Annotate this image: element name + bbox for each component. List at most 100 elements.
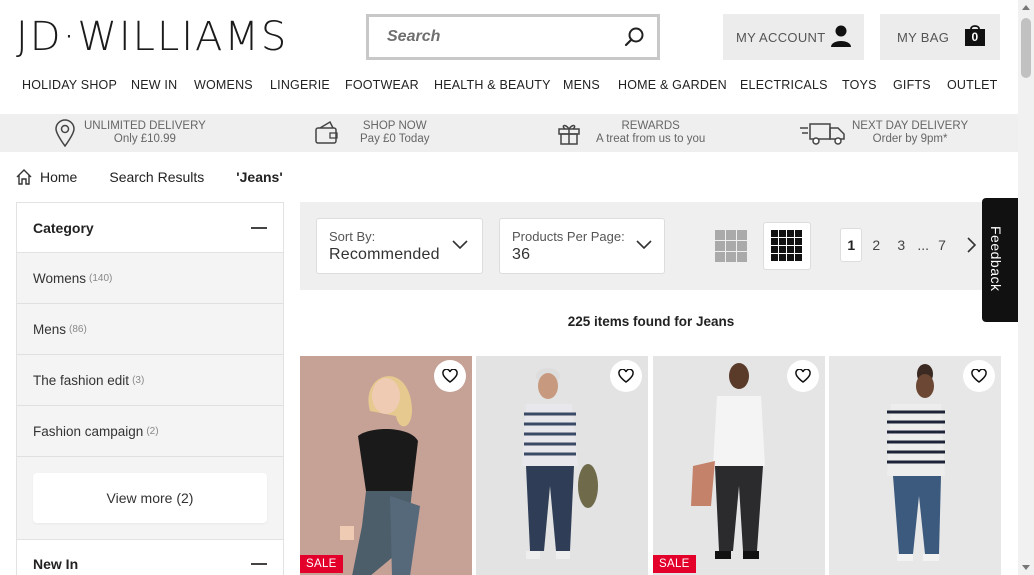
search-input[interactable] bbox=[369, 17, 609, 57]
promo-line1: UNLIMITED DELIVERY bbox=[84, 120, 206, 132]
my-bag-label: MY BAG bbox=[897, 29, 950, 45]
pagination-ellipsis: ... bbox=[917, 237, 929, 253]
heart-icon bbox=[618, 369, 634, 383]
promo-rewards[interactable]: REWARDS A treat from us to you bbox=[556, 114, 705, 152]
feedback-tab[interactable]: Feedback bbox=[982, 198, 1018, 322]
chevron-down-icon bbox=[452, 240, 468, 250]
scroll-down-arrow[interactable] bbox=[1022, 565, 1030, 570]
sort-by-value: Recommended bbox=[329, 246, 440, 263]
truck-icon bbox=[800, 123, 845, 145]
grid-view-small-button[interactable] bbox=[763, 222, 811, 270]
page-scrollbar[interactable] bbox=[1018, 0, 1034, 575]
promo-strip: UNLIMITED DELIVERY Only £10.99 SHOP NOW … bbox=[0, 114, 1018, 152]
wishlist-button[interactable] bbox=[434, 360, 466, 392]
sale-badge: SALE bbox=[653, 555, 696, 573]
promo-line2: Only £10.99 bbox=[113, 133, 176, 145]
nav-new-in[interactable]: NEW IN bbox=[131, 78, 177, 92]
nav-holiday-shop[interactable]: HOLIDAY SHOP bbox=[22, 78, 117, 92]
wishlist-button[interactable] bbox=[610, 360, 642, 392]
product-card[interactable]: SALE bbox=[300, 356, 472, 575]
view-more-button[interactable]: View more (2) bbox=[33, 473, 267, 523]
new-in-filter-title: New In bbox=[33, 555, 79, 572]
wishlist-button[interactable] bbox=[787, 360, 819, 392]
my-account-button[interactable]: MY ACCOUNT bbox=[723, 14, 864, 60]
wishlist-button[interactable] bbox=[963, 360, 995, 392]
site-header: JD·WILLIAMS MY ACCOUNT MY BAG 0 bbox=[0, 0, 1018, 72]
user-icon bbox=[831, 25, 851, 47]
my-bag-button[interactable]: MY BAG 0 bbox=[880, 14, 1000, 60]
per-page-label: Products Per Page: bbox=[512, 229, 625, 244]
scroll-up-arrow[interactable] bbox=[1022, 5, 1030, 10]
promo-line1: SHOP NOW bbox=[362, 120, 427, 132]
promo-line2: Pay £0 Today bbox=[360, 133, 430, 145]
grid-4x4-icon bbox=[771, 230, 802, 261]
product-card[interactable]: SALE bbox=[653, 356, 825, 575]
filter-sidebar: Category Womens (140) Mens (86) The fash… bbox=[16, 202, 284, 575]
filter-fashion-campaign[interactable]: Fashion campaign (2) bbox=[17, 406, 283, 457]
filter-label: The fashion edit bbox=[33, 372, 130, 388]
nav-outlet[interactable]: OUTLET bbox=[947, 78, 998, 92]
page-7[interactable]: 7 bbox=[931, 228, 953, 262]
filter-label: Mens bbox=[33, 321, 67, 337]
feedback-label: Feedback bbox=[988, 226, 1004, 292]
breadcrumb-search-results[interactable]: Search Results bbox=[109, 169, 204, 185]
promo-line2: Order by 9pm* bbox=[872, 133, 948, 145]
filter-count: (140) bbox=[89, 272, 113, 284]
results-count: 225 items found for Jeans bbox=[567, 314, 735, 329]
filter-count: (3) bbox=[132, 374, 145, 386]
sort-by-select[interactable]: Sort By: Recommended bbox=[316, 218, 483, 274]
nav-mens[interactable]: MENS bbox=[563, 78, 600, 92]
category-filter-header[interactable]: Category bbox=[17, 203, 283, 253]
product-card[interactable] bbox=[829, 356, 1001, 575]
nav-health-beauty[interactable]: HEALTH & BEAUTY bbox=[434, 78, 551, 92]
my-account-label: MY ACCOUNT bbox=[736, 29, 826, 45]
wallet-icon bbox=[315, 120, 338, 144]
promo-unlimited-delivery[interactable]: UNLIMITED DELIVERY Only £10.99 bbox=[54, 114, 206, 152]
search-box[interactable] bbox=[366, 14, 660, 60]
category-filter-title: Category bbox=[33, 219, 94, 236]
product-card[interactable] bbox=[476, 356, 648, 575]
nav-gifts[interactable]: GIFTS bbox=[893, 78, 931, 92]
nav-womens[interactable]: WOMENS bbox=[194, 78, 253, 92]
site-logo[interactable]: JD·WILLIAMS bbox=[16, 14, 288, 60]
heart-icon bbox=[971, 369, 987, 383]
breadcrumb-current: 'Jeans' bbox=[236, 169, 283, 185]
nav-electricals[interactable]: ELECTRICALS bbox=[740, 78, 828, 92]
nav-home-garden[interactable]: HOME & GARDEN bbox=[618, 78, 727, 92]
breadcrumb: Home Search Results 'Jeans' bbox=[16, 167, 315, 187]
gift-icon bbox=[558, 124, 580, 145]
collapse-icon[interactable] bbox=[251, 562, 267, 565]
sort-by-label: Sort By: bbox=[329, 229, 376, 244]
search-icon[interactable] bbox=[623, 26, 645, 48]
bag-count: 0 bbox=[971, 30, 979, 44]
filter-fashion-edit[interactable]: The fashion edit (3) bbox=[17, 355, 283, 406]
grid-3x3-icon bbox=[715, 230, 747, 262]
heart-icon bbox=[442, 369, 458, 383]
promo-shop-now[interactable]: SHOP NOW Pay £0 Today bbox=[314, 114, 429, 152]
nav-lingerie[interactable]: LINGERIE bbox=[270, 78, 330, 92]
filter-count: (2) bbox=[146, 425, 159, 437]
breadcrumb-home[interactable]: Home bbox=[16, 169, 77, 185]
filter-label: Fashion campaign bbox=[33, 423, 144, 439]
nav-footwear[interactable]: FOOTWEAR bbox=[345, 78, 419, 92]
promo-line1: NEXT DAY DELIVERY bbox=[852, 120, 969, 132]
filter-womens[interactable]: Womens (140) bbox=[17, 253, 283, 304]
pagination: 1 2 3 ... 7 bbox=[840, 228, 978, 262]
nav-toys[interactable]: TOYS bbox=[842, 78, 877, 92]
page-3[interactable]: 3 bbox=[890, 228, 912, 262]
sale-badge: SALE bbox=[300, 555, 343, 573]
promo-next-day-delivery[interactable]: NEXT DAY DELIVERY Order by 9pm* bbox=[800, 114, 968, 152]
page-1[interactable]: 1 bbox=[840, 228, 863, 262]
new-in-filter-header[interactable]: New In bbox=[17, 539, 283, 575]
page-2[interactable]: 2 bbox=[865, 228, 887, 262]
filter-mens[interactable]: Mens (86) bbox=[17, 304, 283, 355]
results-toolbar: Sort By: Recommended Products Per Page: … bbox=[300, 202, 1002, 290]
promo-line1: REWARDS bbox=[621, 120, 680, 132]
per-page-select[interactable]: Products Per Page: 36 bbox=[499, 218, 665, 274]
main-nav: HOLIDAY SHOP NEW IN WOMENS LINGERIE FOOT… bbox=[0, 78, 1018, 100]
chevron-right-icon[interactable] bbox=[966, 236, 978, 254]
promo-line2: A treat from us to you bbox=[596, 133, 706, 145]
scrollbar-thumb[interactable] bbox=[1021, 18, 1031, 78]
grid-view-large-button[interactable] bbox=[707, 222, 755, 270]
collapse-icon[interactable] bbox=[251, 226, 267, 229]
